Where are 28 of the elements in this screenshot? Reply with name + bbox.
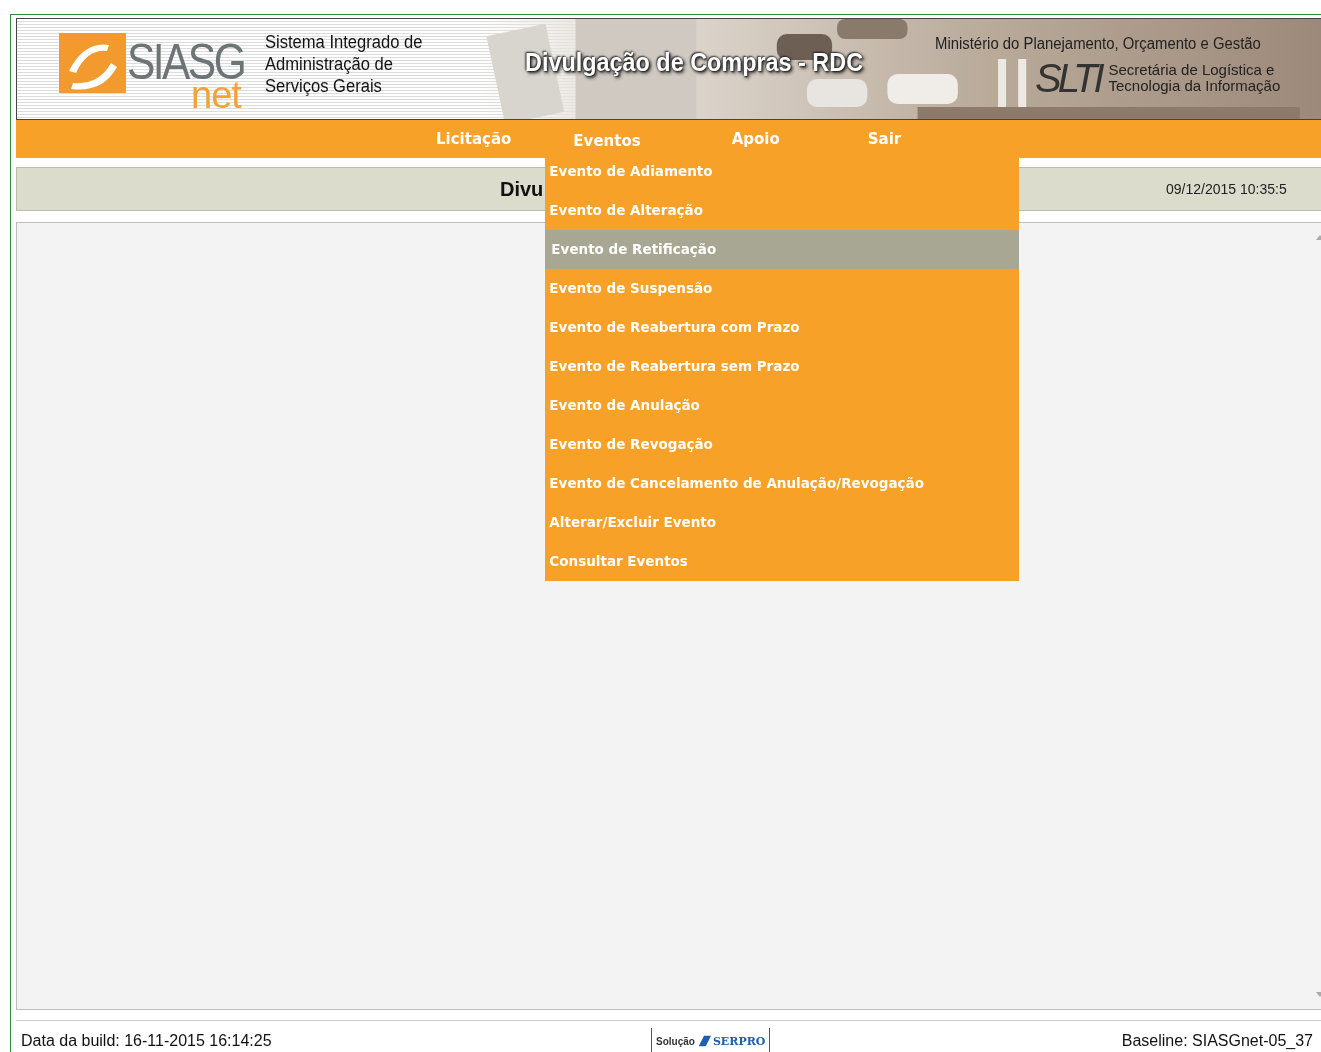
dropdown-item[interactable]: Evento de Retificação — [545, 230, 1020, 269]
logo-prefix: Solução — [656, 1035, 695, 1047]
menu-item[interactable]: Eventos — [573, 130, 641, 152]
dropdown-item[interactable]: Evento de Reabertura com Prazo — [545, 308, 1020, 347]
menu-item[interactable]: Apoio — [731, 128, 780, 150]
page-title: Divu — [500, 177, 544, 201]
dropdown-item[interactable]: Evento de Reabertura sem Prazo — [545, 347, 1020, 386]
swoosh-icon — [59, 33, 126, 93]
dropdown-item[interactable]: Evento de Anulação — [545, 386, 1020, 425]
dropdown-item[interactable]: Consultar Eventos — [545, 542, 1020, 581]
dropdown-item[interactable]: Evento de Adiamento — [545, 152, 1020, 191]
department-logo: SLTI — [1035, 57, 1101, 99]
dropdown-item[interactable]: Evento de Cancelamento de Anulação/Revogação — [545, 464, 1020, 503]
ministry-name: Ministério do Planejamento, Orçamento e Gestão — [935, 35, 1261, 53]
menu-item[interactable]: Licitação — [436, 128, 512, 150]
dropdown-item[interactable]: Evento de Revogação — [545, 425, 1020, 464]
dropdown-item[interactable]: Evento de Suspensão — [545, 269, 1020, 308]
menu-item[interactable]: Sair — [867, 128, 902, 150]
baseline-version: Baseline: SIASGnet-05_37 — [1121, 1032, 1313, 1050]
system-name: Sistema Integrado de Administração de Serviços Gerais — [265, 31, 424, 98]
banner-title: Divulgação de Compras - RDC — [525, 47, 865, 79]
logo-name: SERPRO — [712, 1034, 766, 1048]
department-name: Secretária de Logística e Tecnologia da Informação — [1108, 62, 1281, 94]
build-date: Data da build: 16-11-2015 16:14:25 — [21, 1032, 273, 1050]
dropdown-item[interactable]: Alterar/Excluir Evento — [545, 503, 1020, 542]
dropdown-item[interactable]: Evento de Alteração — [545, 191, 1020, 230]
timestamp: 09/12/2015 10:35:5 — [1166, 181, 1288, 197]
logo-mark-icon — [696, 1034, 711, 1048]
